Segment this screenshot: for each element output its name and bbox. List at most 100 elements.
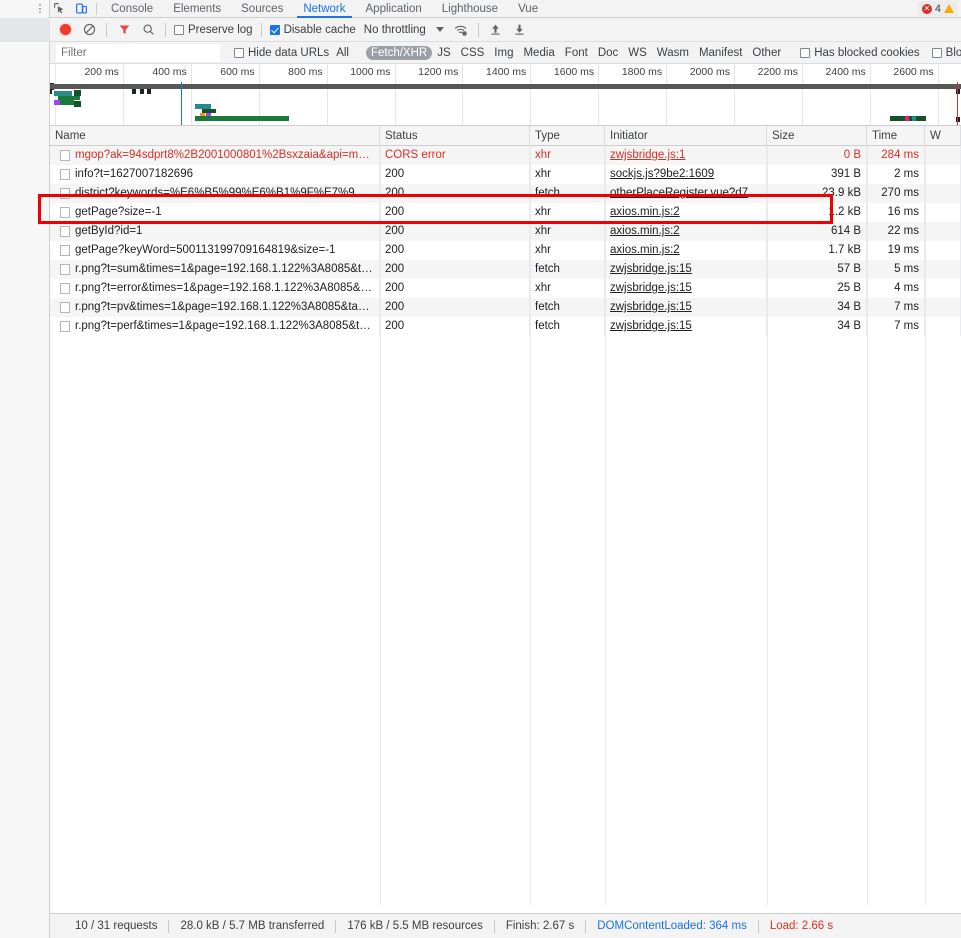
initiator-link[interactable]: zwjsbridge.js:15	[610, 282, 692, 294]
toggle-device-toolbar-icon[interactable]	[70, 0, 92, 18]
tab-label: Elements	[173, 2, 222, 15]
disable-cache-checkbox[interactable]: Disable cache	[268, 24, 358, 36]
tabbar-divider	[96, 2, 97, 15]
tab-elements[interactable]: Elements	[163, 0, 231, 18]
cell-name[interactable]: r.png?t=error&times=1&page=192.168.1.122…	[50, 279, 380, 298]
column-header-status[interactable]: Status	[380, 126, 530, 146]
import-har-button[interactable]	[485, 19, 507, 41]
cell-name[interactable]: getPage?size=-1	[50, 203, 380, 222]
table-row[interactable]: district?keywords=%E6%B5%99%E6%B1%9F%E7%…	[50, 184, 961, 203]
cell-status: 200	[380, 203, 530, 222]
preserve-log-label: Preserve log	[188, 23, 253, 36]
cell-name[interactable]: r.png?t=perf&times=1&page=192.168.1.122%…	[50, 317, 380, 336]
overview-bar	[195, 116, 289, 121]
column-header-w[interactable]: W	[925, 126, 961, 146]
type-filter-font[interactable]: Font	[560, 46, 593, 60]
column-header-size[interactable]: Size	[767, 126, 867, 146]
more-options-icon[interactable]: ⋮	[32, 0, 48, 18]
table-row[interactable]: getPage?size=-1 200 xhr axios.min.js:2 1.2 k…	[50, 203, 961, 222]
cell-size: 391 B	[767, 165, 867, 184]
initiator-link[interactable]: zwjsbridge.js:15	[610, 263, 692, 275]
type-filter-media[interactable]: Media	[518, 46, 559, 60]
network-request-table[interactable]: Name Status Type Initiator Size Time W mgop?ak…	[50, 126, 961, 905]
cell-waterfall	[925, 241, 961, 260]
table-row[interactable]: r.png?t=error&times=1&page=192.168.1.122…	[50, 279, 961, 298]
table-body[interactable]: mgop?ak=94sdprt8%2B2001000801%2Bsxzaia&a…	[50, 146, 961, 336]
has-blocked-cookies-checkbox[interactable]: Has blocked cookies	[798, 47, 921, 59]
initiator-link[interactable]: axios.min.js:2	[610, 244, 680, 256]
tab-sources[interactable]: Sources	[231, 0, 293, 18]
throttling-select[interactable]: No throttling	[360, 24, 430, 36]
type-filter-wasm[interactable]: Wasm	[652, 46, 694, 60]
clear-button[interactable]	[78, 19, 100, 41]
type-filter-js[interactable]: JS	[432, 46, 455, 60]
initiator-link[interactable]: zwjsbridge.js:15	[610, 320, 692, 332]
type-filter-fetch-xhr[interactable]: Fetch/XHR	[365, 45, 433, 60]
table-row[interactable]: getById?id=1 200 xhr axios.min.js:2 614 B 22 …	[50, 222, 961, 241]
timeline-tick-label: 1200 ms	[418, 66, 459, 78]
timeline-tick-label: 400 ms	[152, 66, 187, 78]
cell-status: 200	[380, 222, 530, 241]
search-button[interactable]	[137, 19, 159, 41]
tab-vue[interactable]: Vue	[508, 0, 548, 18]
request-type-icon	[60, 207, 70, 218]
gutter-strip	[0, 18, 50, 42]
type-filter-doc[interactable]: Doc	[593, 46, 623, 60]
toolbar-divider-4	[477, 22, 479, 37]
preserve-log-checkbox[interactable]: Preserve log	[172, 24, 255, 36]
table-row[interactable]: r.png?t=pv&times=1&page=192.168.1.122%3A…	[50, 298, 961, 317]
filter-input[interactable]	[56, 43, 220, 62]
export-har-button[interactable]	[509, 19, 531, 41]
network-conditions-button[interactable]	[450, 19, 472, 41]
cell-name[interactable]: r.png?t=pv&times=1&page=192.168.1.122%3A…	[50, 298, 380, 317]
cell-name[interactable]: info?t=1627007182696	[50, 165, 380, 184]
request-name: getPage?size=-1	[75, 206, 162, 218]
tab-console[interactable]: Console	[101, 0, 163, 18]
tab-network[interactable]: Network	[293, 0, 355, 18]
initiator-link[interactable]: zwjsbridge.js:1	[610, 149, 685, 161]
chevron-down-icon[interactable]	[435, 27, 444, 32]
cell-name[interactable]: district?keywords=%E6%B5%99%E6%B1%9F%E7%…	[50, 184, 380, 203]
network-overview[interactable]: 200 ms 400 ms 600 ms 800 ms 1000 ms 1200 ms 14…	[50, 64, 961, 126]
cell-size: 0 B	[767, 146, 867, 165]
cell-name[interactable]: getById?id=1	[50, 222, 380, 241]
type-filter-all[interactable]: All	[331, 46, 354, 60]
table-row[interactable]: r.png?t=perf&times=1&page=192.168.1.122%…	[50, 317, 961, 336]
timeline-tick-label: 1800 ms	[621, 66, 663, 78]
blocked-requests-checkbox[interactable]: Blocked Requests	[930, 47, 961, 59]
type-filter-other[interactable]: Other	[747, 46, 786, 60]
initiator-link[interactable]: axios.min.js:2	[610, 225, 680, 237]
tab-application[interactable]: Application	[356, 0, 432, 18]
type-filter-manifest[interactable]: Manifest	[694, 46, 747, 60]
column-header-name[interactable]: Name	[50, 126, 380, 146]
table-row[interactable]: r.png?t=sum&times=1&page=192.168.1.122%3…	[50, 260, 961, 279]
type-filter-ws[interactable]: WS	[623, 46, 652, 60]
cell-initiator: axios.min.js:2	[605, 241, 767, 260]
tab-label: Application	[365, 2, 422, 15]
cell-name[interactable]: r.png?t=sum&times=1&page=192.168.1.122%3…	[50, 260, 380, 279]
tab-lighthouse[interactable]: Lighthouse	[432, 0, 508, 18]
initiator-link[interactable]: zwjsbridge.js:15	[610, 301, 692, 313]
column-header-initiator[interactable]: Initiator	[605, 126, 767, 146]
table-row[interactable]: getPage?keyWord=500113199709164819&size=…	[50, 241, 961, 260]
record-button[interactable]	[54, 19, 76, 41]
initiator-link[interactable]: axios.min.js:2	[610, 206, 680, 218]
overview-bar	[912, 116, 916, 121]
type-filter-img[interactable]: Img	[489, 46, 518, 60]
issues-badge[interactable]: ✕ 4	[917, 1, 958, 16]
has-blocked-cookies-box	[800, 47, 811, 58]
filter-icon	[119, 25, 129, 34]
table-row[interactable]: mgop?ak=94sdprt8%2B2001000801%2Bsxzaia&a…	[50, 146, 961, 165]
table-row[interactable]: info?t=1627007182696 200 xhr sockjs.js?9be2…	[50, 165, 961, 184]
cell-name[interactable]: getPage?keyWord=500113199709164819&size=…	[50, 241, 380, 260]
column-header-type[interactable]: Type	[530, 126, 605, 146]
initiator-link[interactable]: otherPlaceRegister.vue?d706:250	[610, 187, 766, 199]
filter-button[interactable]	[113, 19, 135, 41]
cell-name[interactable]: mgop?ak=94sdprt8%2B2001000801%2Bsxzaia&a…	[50, 146, 380, 165]
initiator-link[interactable]: sockjs.js?9be2:1609	[610, 168, 714, 180]
cell-status: 200	[380, 260, 530, 279]
column-header-time[interactable]: Time	[867, 126, 925, 146]
hide-data-urls-checkbox[interactable]: Hide data URLs	[232, 47, 331, 59]
type-filter-css[interactable]: CSS	[456, 46, 490, 60]
inspect-element-icon[interactable]	[48, 0, 70, 18]
